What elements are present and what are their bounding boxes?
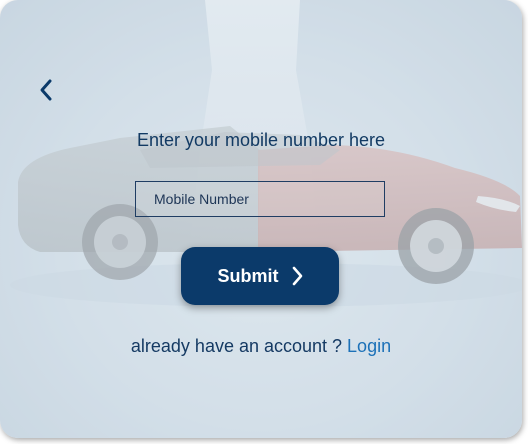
- chevron-right-icon: [292, 266, 302, 286]
- mobile-number-input[interactable]: [135, 181, 385, 217]
- login-prompt-text: already have an account ?: [130, 336, 348, 356]
- login-link[interactable]: Login: [347, 336, 391, 356]
- signup-card: Enter your mobile number here Submit alr…: [0, 0, 522, 438]
- page-heading: Enter your mobile number here: [136, 130, 386, 150]
- car-wash-background-image: [0, 0, 522, 438]
- back-button[interactable]: [34, 76, 58, 104]
- submit-button-label: Submit: [217, 265, 279, 286]
- chevron-left-icon: [40, 79, 52, 101]
- submit-button[interactable]: Submit: [181, 247, 339, 305]
- login-prompt: already have an account ? Login: [0, 336, 522, 357]
